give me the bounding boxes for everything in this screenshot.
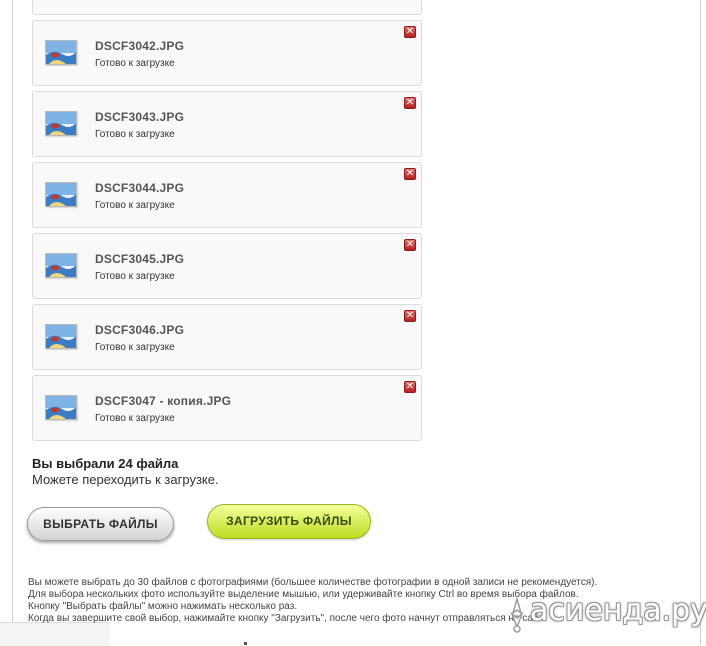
file-name: DSCF3045.JPG	[95, 252, 185, 266]
hint-line: Вы можете выбрать до 30 файлов с фотогра…	[28, 577, 598, 588]
hint-line: Когда вы завершите свой выбор, нажимайте…	[28, 613, 545, 624]
watermark: асиенда.ру	[500, 593, 706, 637]
select-files-button[interactable]: ВЫБРАТЬ ФАЙЛЫ	[27, 507, 174, 541]
file-name: DSCF3043.JPG	[95, 110, 185, 124]
close-icon: ✕	[405, 97, 415, 108]
selection-summary-subtitle: Можете переходить к загрузке.	[32, 472, 219, 487]
file-status: Готово к загрузке	[95, 200, 175, 211]
file-name: DSCF3047 - копия.JPG	[95, 394, 232, 408]
close-icon: ✕	[405, 26, 415, 37]
file-item: DSCF3044.JPG Готово к загрузке ✕	[32, 162, 422, 228]
image-file-icon	[45, 111, 77, 136]
file-item: DSCF3042.JPG Готово к загрузке ✕	[32, 20, 422, 86]
file-item: DSCF3043.JPG Готово к загрузке ✕	[32, 91, 422, 157]
file-item: DSCF3047 - копия.JPG Готово к загрузке ✕	[32, 375, 422, 441]
file-status: Готово к загрузке	[95, 342, 175, 353]
file-name: DSCF3042.JPG	[95, 39, 185, 53]
file-status: Готово к загрузке	[95, 58, 175, 69]
close-icon: ✕	[405, 168, 415, 179]
file-name: DSCF3046.JPG	[95, 323, 185, 337]
close-icon: ✕	[405, 381, 415, 392]
watermark-text: асиенда.ру	[530, 593, 706, 628]
image-file-icon	[45, 40, 77, 65]
page-frame-bottom-strip	[0, 622, 110, 646]
image-file-icon	[45, 324, 77, 349]
selection-summary-title: Вы выбрали 24 файла	[32, 456, 179, 471]
upload-files-button[interactable]: ЗАГРУЗИТЬ ФАЙЛЫ	[207, 504, 371, 539]
remove-file-button[interactable]: ✕	[404, 381, 416, 393]
remove-file-button[interactable]: ✕	[404, 97, 416, 109]
watermark-logo	[510, 597, 524, 633]
page-frame-left	[0, 0, 13, 622]
image-file-icon	[45, 253, 77, 278]
image-file-icon	[45, 182, 77, 207]
hint-line: Для выбора нескольких фото используйте в…	[28, 589, 579, 600]
file-status: Готово к загрузке	[95, 413, 175, 424]
file-name: DSCF3044.JPG	[95, 181, 185, 195]
remove-file-button[interactable]: ✕	[404, 26, 416, 38]
page-frame-right	[700, 0, 706, 645]
remove-file-button[interactable]: ✕	[404, 239, 416, 251]
file-list: DSCF3042.JPG Готово к загрузке ✕ DSCF304…	[32, 20, 422, 446]
file-item-partial	[32, 0, 422, 15]
remove-file-button[interactable]: ✕	[404, 310, 416, 322]
close-icon: ✕	[405, 310, 415, 321]
file-status: Готово к загрузке	[95, 129, 175, 140]
file-status: Готово к загрузке	[95, 271, 175, 282]
close-icon: ✕	[405, 239, 415, 250]
remove-file-button[interactable]: ✕	[404, 168, 416, 180]
hint-line: Кнопку "Выбрать файлы" можно нажимать не…	[28, 601, 298, 612]
image-file-icon	[45, 395, 77, 420]
file-item: DSCF3046.JPG Готово к загрузке ✕	[32, 304, 422, 370]
file-item: DSCF3045.JPG Готово к загрузке ✕	[32, 233, 422, 299]
